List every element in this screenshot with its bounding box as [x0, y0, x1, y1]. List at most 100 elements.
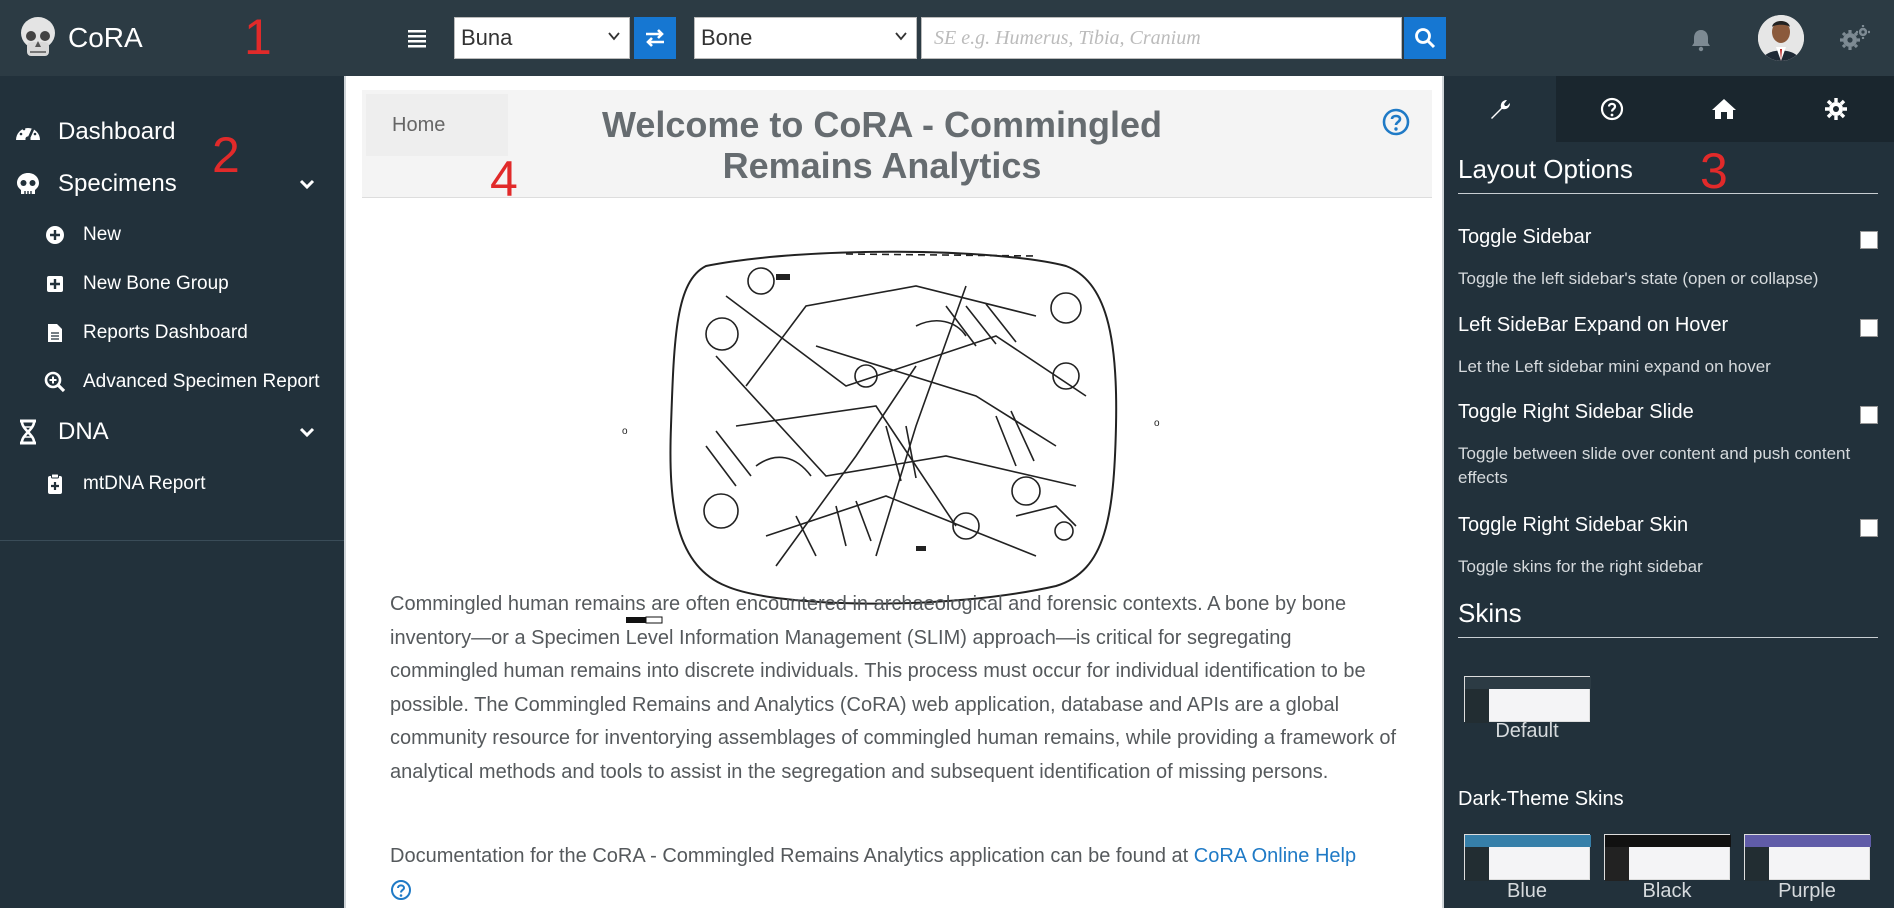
user-photo: [1758, 15, 1804, 61]
skull-logo-icon: [21, 17, 55, 56]
documentation-text: Documentation for the CoRA - Commingled …: [390, 845, 1194, 867]
annotation-1: 1: [244, 9, 272, 65]
skin-label: Purple: [1778, 880, 1836, 902]
expand-on-hover-checkbox[interactable]: [1860, 319, 1878, 337]
svg-text:o: o: [622, 426, 628, 437]
right-sidebar-slide-checkbox[interactable]: [1860, 406, 1878, 424]
skins-heading: Skins: [1458, 598, 1522, 628]
wrench-icon: [1491, 100, 1510, 119]
heading-underline: [1458, 193, 1878, 194]
annotation-3: 3: [1700, 143, 1728, 199]
left-sidebar: 2 Dashboard Specimens New New Bone Group…: [0, 76, 344, 908]
skin-header-swatch: [1745, 835, 1871, 847]
question-circle-icon[interactable]: [390, 879, 412, 901]
brand[interactable]: CoRA: [18, 14, 143, 62]
menu-icon[interactable]: [406, 27, 428, 49]
option-title: Left SideBar Expand on Hover: [1458, 314, 1729, 336]
skin-label: Blue: [1506, 880, 1548, 902]
tab-wrench[interactable]: [1444, 76, 1556, 142]
plus-circle-icon: [44, 224, 66, 246]
right-sidebar: Layout Options 3 Toggle Sidebar Toggle t…: [1444, 76, 1894, 908]
chevron-down-icon: [608, 32, 620, 41]
sidebar-item-label: Specimens: [58, 170, 177, 197]
app-name: CoRA: [68, 22, 143, 53]
sidebar-divider: [0, 540, 344, 541]
sidebar-item-dashboard[interactable]: Dashboard: [0, 106, 344, 158]
plus-square-icon: [44, 273, 66, 295]
skull-icon: [14, 170, 42, 198]
option-title: Toggle Right Sidebar Skin: [1458, 514, 1689, 536]
online-help-link[interactable]: CoRA Online Help: [1194, 845, 1356, 867]
skin-purple[interactable]: [1744, 834, 1871, 881]
page-title: Welcome to CoRA - Commingled Remains Ana…: [601, 104, 1163, 186]
svg-text:o: o: [1154, 418, 1160, 429]
dark-theme-skins-heading: Dark-Theme Skins: [1458, 788, 1624, 810]
skin-blue[interactable]: [1464, 834, 1591, 881]
bone-select[interactable]: Bone: [694, 17, 917, 59]
option-title: Toggle Right Sidebar Slide: [1458, 401, 1694, 423]
sidebar-item-label: DNA: [58, 418, 109, 445]
swap-button[interactable]: [634, 17, 676, 59]
skin-header-swatch: [1465, 835, 1591, 847]
tab-settings[interactable]: [1780, 76, 1892, 142]
bone-select-value: Bone: [701, 25, 753, 50]
clipboard-plus-icon: [44, 473, 66, 495]
avatar[interactable]: [1758, 15, 1804, 61]
skin-label: Default: [1495, 720, 1559, 742]
search-input[interactable]: [921, 17, 1402, 59]
sidebar-item-label: Reports Dashboard: [83, 322, 248, 343]
heading-underline: [1458, 637, 1878, 638]
search-icon: [1415, 28, 1436, 49]
dna-icon: [14, 418, 42, 446]
main-content: Home Welcome to CoRA - Commingled Remain…: [344, 76, 1444, 908]
right-sidebar-tabs: [1444, 76, 1894, 142]
breadcrumb-home[interactable]: Home: [366, 94, 508, 156]
sidebar-item-reports-dashboard[interactable]: Reports Dashboard: [0, 310, 344, 356]
swap-icon: [646, 29, 664, 47]
gears-icon[interactable]: [1838, 24, 1870, 52]
gear-icon: [1825, 98, 1847, 120]
skin-label: Black: [1642, 880, 1692, 902]
sidebar-item-label: mtDNA Report: [83, 473, 206, 494]
dashboard-icon: [14, 118, 42, 146]
home-icon: [1712, 99, 1736, 119]
option-description: Toggle between slide over content and pu…: [1458, 444, 1851, 487]
sidebar-item-dna[interactable]: DNA: [0, 406, 344, 458]
sidebar-item-mtdna-report[interactable]: mtDNA Report: [0, 461, 344, 507]
project-select-value: Buna: [461, 25, 513, 50]
project-select[interactable]: Buna: [454, 17, 630, 59]
sidebar-item-label: Advanced Specimen Report: [83, 371, 320, 392]
search-button[interactable]: [1404, 17, 1446, 59]
skin-header-swatch: [1605, 835, 1731, 847]
skin-header-swatch: [1465, 677, 1591, 689]
right-sidebar-skin-checkbox[interactable]: [1860, 519, 1878, 537]
documentation-paragraph: Documentation for the CoRA - Commingled …: [390, 840, 1400, 907]
sidebar-item-label: New: [83, 224, 122, 245]
option-description: Toggle skins for the right sidebar: [1458, 557, 1703, 576]
skin-black[interactable]: [1604, 834, 1731, 881]
chevron-down-icon: [895, 32, 907, 41]
option-description: Let the Left sidebar mini expand on hove…: [1458, 357, 1771, 376]
file-icon: [44, 322, 66, 344]
option-description: Toggle the left sidebar's state (open or…: [1458, 269, 1819, 288]
tab-help[interactable]: [1556, 76, 1668, 142]
sidebar-item-new[interactable]: New: [0, 212, 344, 258]
search-plus-icon: [44, 371, 66, 393]
skin-default[interactable]: [1464, 676, 1591, 723]
bell-icon[interactable]: [1690, 28, 1712, 52]
question-circle-icon: [1600, 97, 1624, 121]
layout-options-heading: Layout Options: [1458, 154, 1633, 184]
sidebar-item-label: Dashboard: [58, 118, 176, 145]
sidebar-item-label: New Bone Group: [83, 273, 229, 294]
toggle-sidebar-checkbox[interactable]: [1860, 231, 1878, 249]
commingled-remains-illustration: o o: [622, 250, 1160, 624]
content-header: Home Welcome to CoRA - Commingled Remain…: [362, 90, 1432, 198]
sidebar-item-advanced-specimen-report[interactable]: Advanced Specimen Report: [0, 359, 344, 405]
chevron-down-icon: [299, 427, 315, 438]
question-circle-icon[interactable]: [1382, 108, 1410, 136]
top-navbar: CoRA 1 Buna Bone: [0, 0, 1894, 76]
option-title: Toggle Sidebar: [1458, 226, 1592, 248]
sidebar-item-specimens[interactable]: Specimens: [0, 158, 344, 210]
sidebar-item-new-bone-group[interactable]: New Bone Group: [0, 261, 344, 307]
tab-home[interactable]: [1668, 76, 1780, 142]
